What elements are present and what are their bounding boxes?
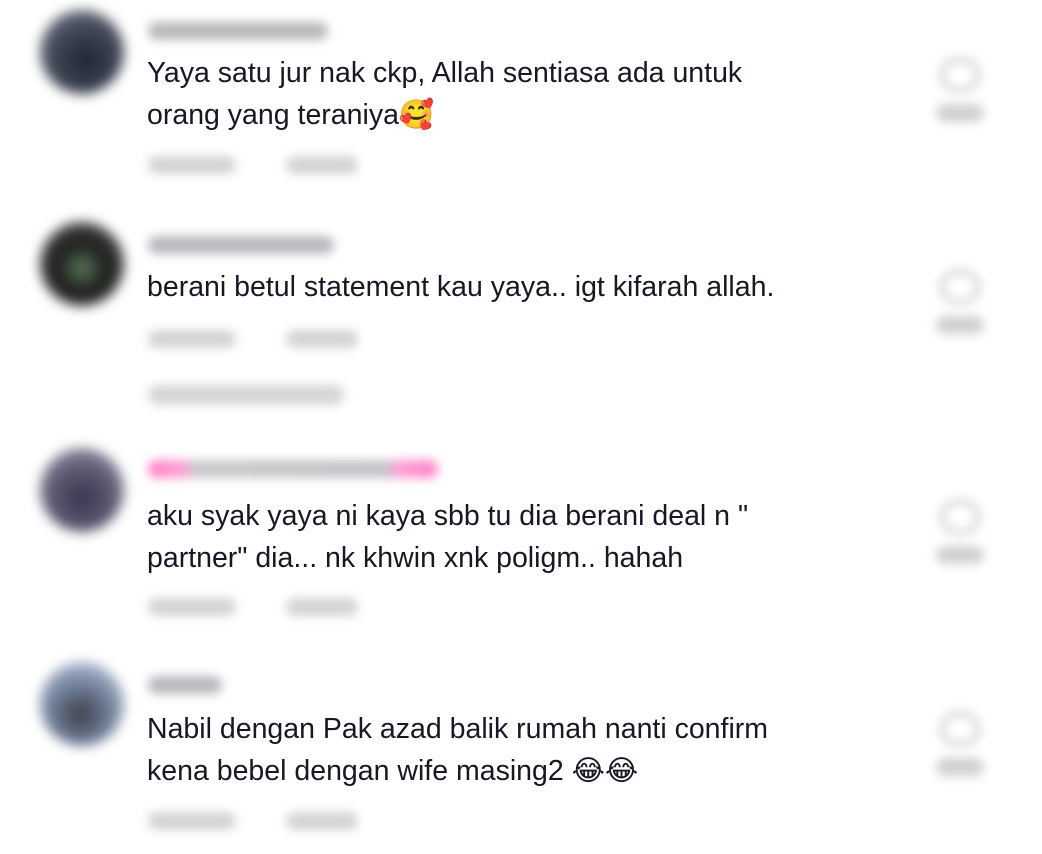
comment-text: aku syak yaya ni kaya sbb tu dia berani … bbox=[147, 500, 749, 574]
username[interactable] bbox=[148, 676, 222, 694]
view-replies-button[interactable] bbox=[148, 385, 344, 405]
reply-button[interactable] bbox=[286, 598, 358, 616]
timestamp bbox=[148, 812, 236, 830]
avatar[interactable] bbox=[40, 662, 124, 746]
reply-button[interactable] bbox=[286, 812, 358, 830]
avatar[interactable] bbox=[40, 10, 124, 94]
like-count bbox=[936, 104, 984, 122]
like-button[interactable] bbox=[932, 58, 988, 122]
reply-button[interactable] bbox=[286, 156, 358, 174]
avatar[interactable] bbox=[40, 222, 124, 306]
like-button[interactable] bbox=[932, 500, 988, 564]
like-button[interactable] bbox=[932, 270, 988, 334]
comment-text: berani betul statement kau yaya.. igt ki… bbox=[147, 271, 775, 303]
comment-text: Nabil dengan Pak azad balik rumah nanti … bbox=[147, 713, 769, 787]
username[interactable] bbox=[148, 236, 334, 254]
comment-list: Yaya satu jur nak ckp, Allah sentiasa ad… bbox=[0, 0, 1042, 854]
username[interactable] bbox=[148, 460, 438, 478]
like-count bbox=[936, 316, 984, 334]
heart-icon bbox=[940, 500, 980, 534]
like-count bbox=[936, 546, 984, 564]
timestamp bbox=[148, 330, 236, 348]
like-button[interactable] bbox=[932, 712, 988, 776]
username[interactable] bbox=[148, 22, 328, 40]
heart-icon bbox=[940, 270, 980, 304]
heart-icon bbox=[940, 58, 980, 92]
reply-button[interactable] bbox=[286, 330, 358, 348]
avatar[interactable] bbox=[40, 448, 124, 532]
heart-icon bbox=[940, 712, 980, 746]
timestamp bbox=[148, 598, 236, 616]
timestamp bbox=[148, 156, 236, 174]
like-count bbox=[936, 758, 984, 776]
comment-text: Yaya satu jur nak ckp, Allah sentiasa ad… bbox=[147, 57, 743, 131]
